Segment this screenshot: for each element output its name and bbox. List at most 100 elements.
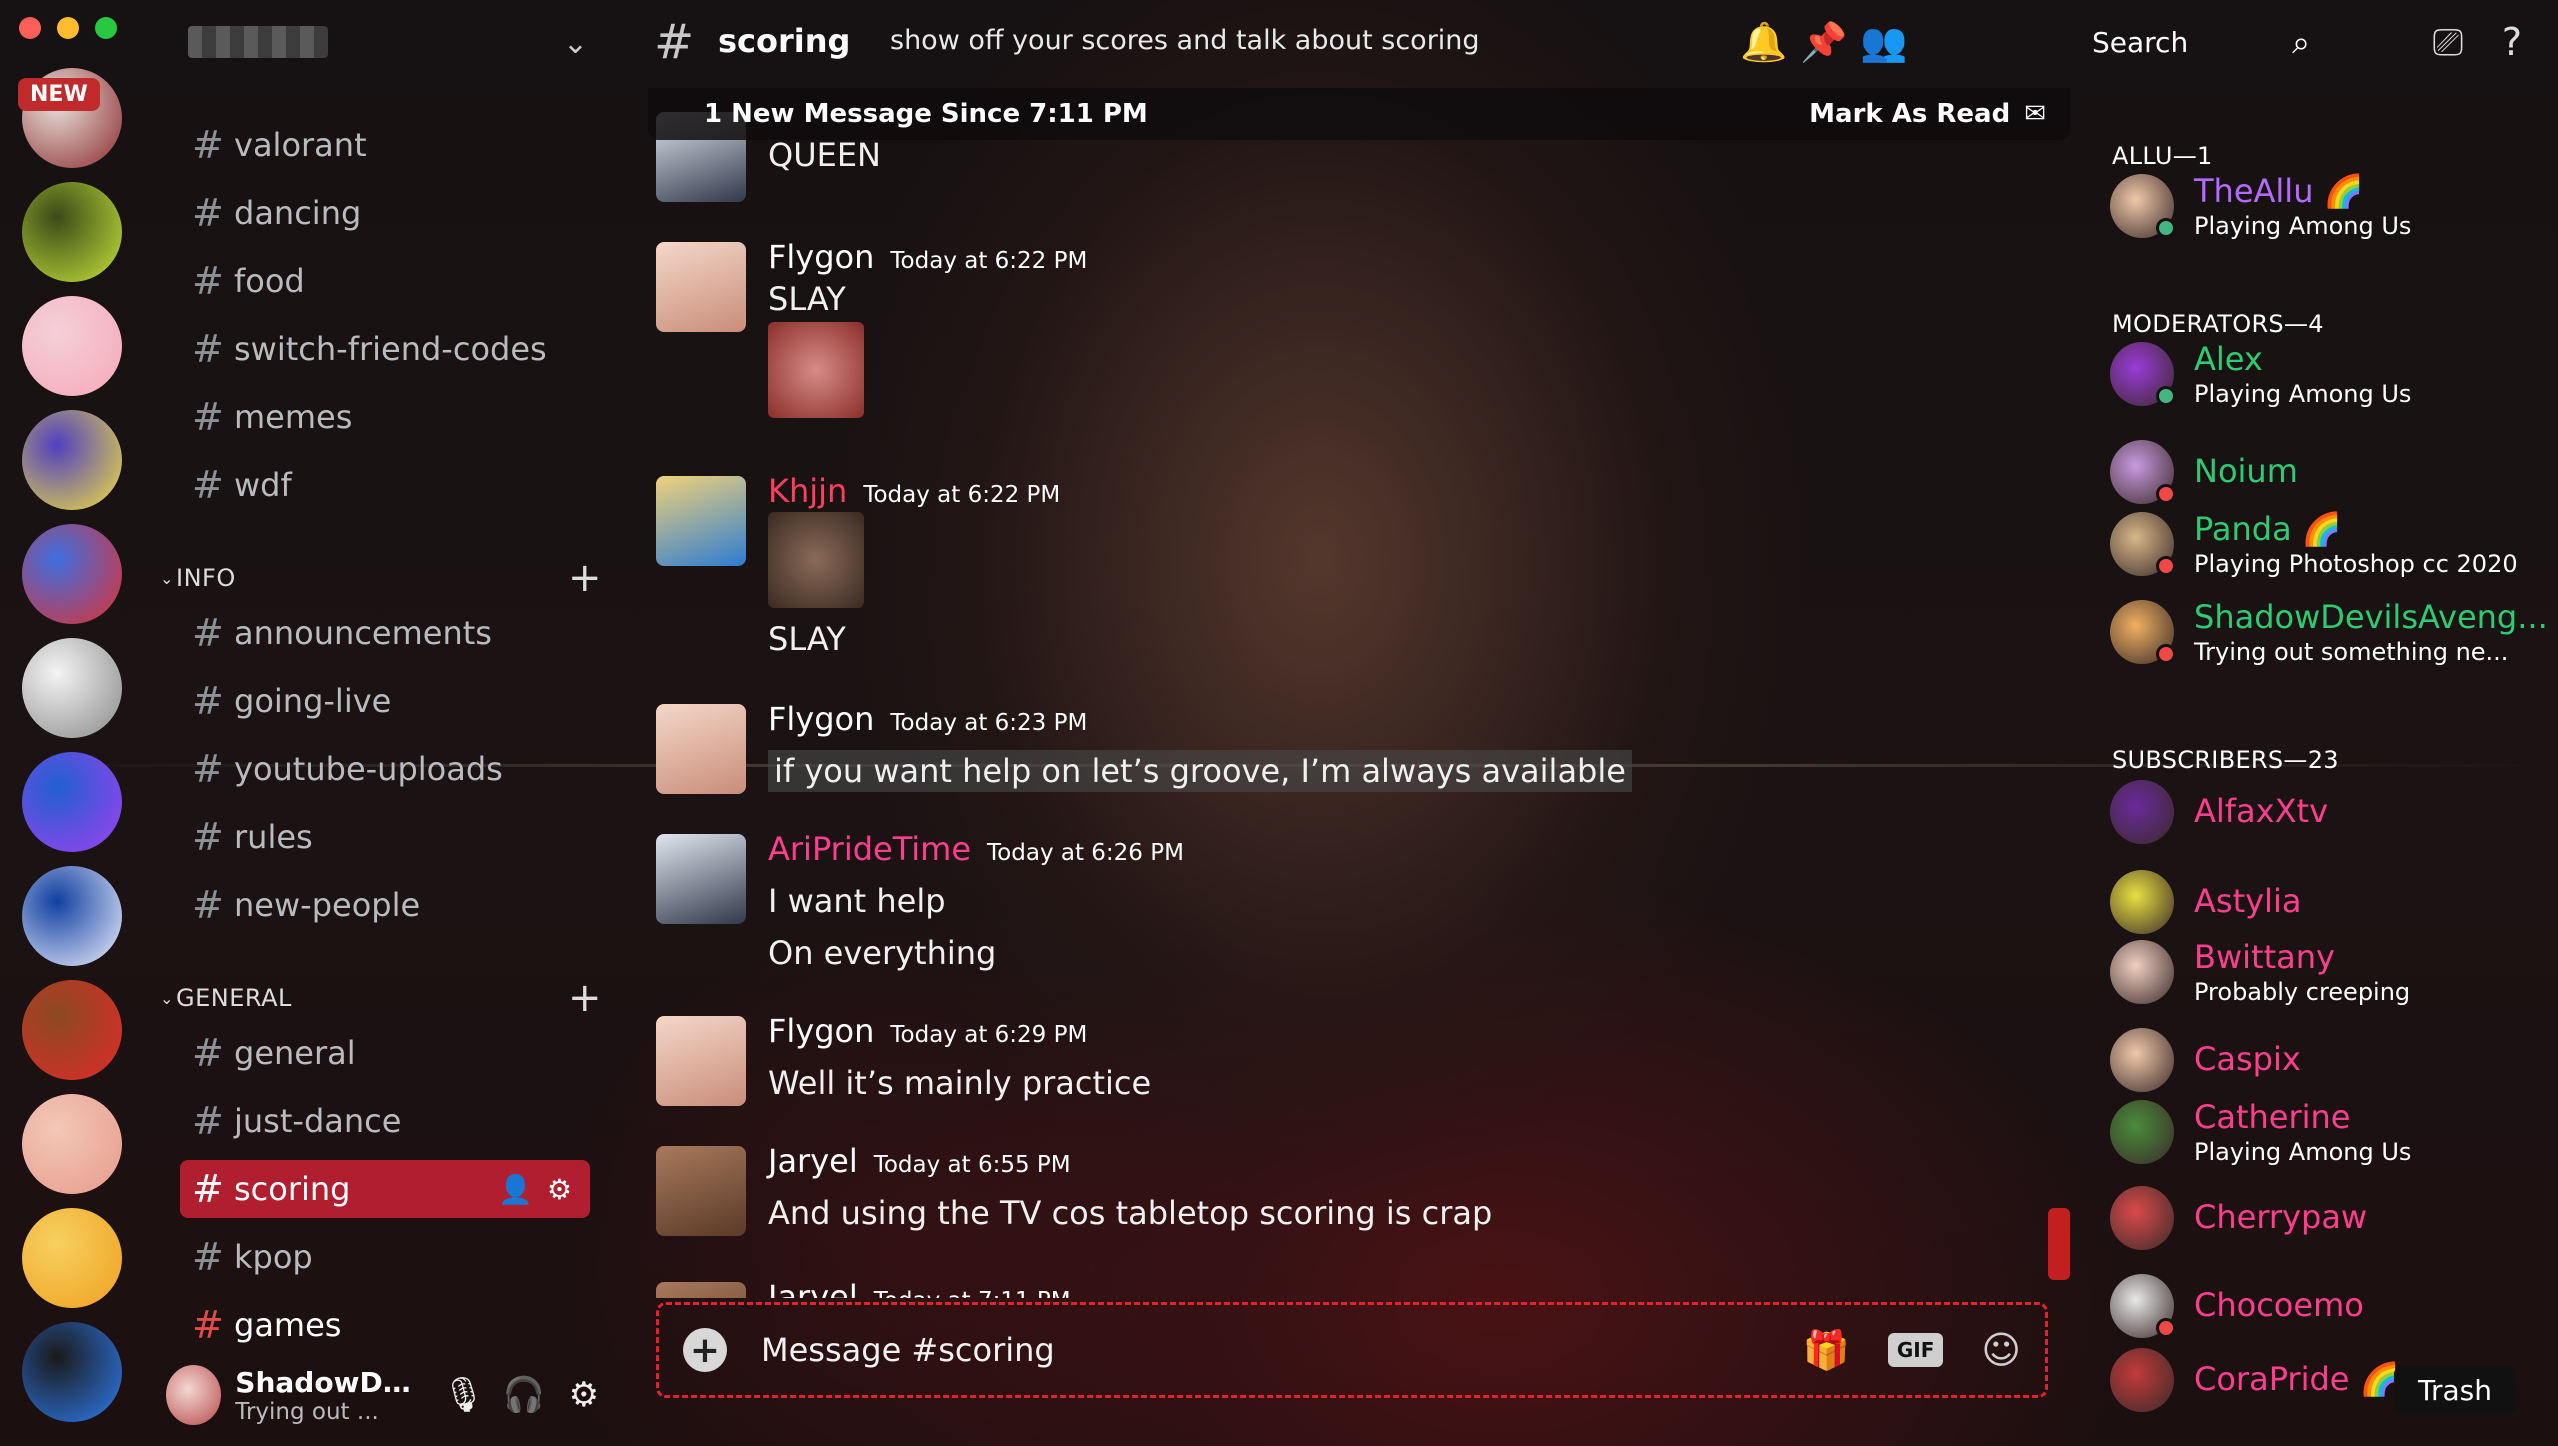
channel-just-dance[interactable]: # just-dance <box>180 1092 590 1150</box>
avatar[interactable] <box>2110 1186 2174 1250</box>
server-icon[interactable] <box>22 182 122 282</box>
gif-button[interactable]: GIF <box>1887 1333 1944 1367</box>
channel-general[interactable]: # general <box>180 1024 590 1082</box>
server-icon[interactable] <box>22 296 122 396</box>
member-name[interactable]: Cherrypaw <box>2194 1198 2367 1236</box>
avatar[interactable] <box>2110 1348 2174 1412</box>
member-item[interactable]: Caspix <box>2110 1022 2550 1102</box>
gift-icon[interactable]: 🎁 <box>1803 1328 1850 1373</box>
channel-dancing[interactable]: # dancing <box>180 184 590 242</box>
author-name[interactable]: Jaryel <box>768 1142 858 1180</box>
channel-games[interactable]: # games <box>180 1296 590 1354</box>
server-icon[interactable] <box>22 752 122 852</box>
member-item[interactable]: Chocoemo <box>2110 1268 2550 1348</box>
channel-kpop[interactable]: # kpop <box>180 1228 590 1286</box>
member-item[interactable]: AlfaxXtv <box>2110 774 2550 854</box>
server-icon[interactable] <box>22 638 122 738</box>
minimize-window-button[interactable] <box>57 17 79 39</box>
channel-scoring[interactable]: # scoring 👤 ⚙ <box>180 1160 590 1218</box>
bell-icon[interactable]: 🔔 <box>1740 20 1788 65</box>
server-icon[interactable] <box>22 866 122 966</box>
search-input[interactable]: Search ⌕ <box>2072 16 2324 68</box>
avatar[interactable] <box>2110 1028 2174 1092</box>
member-item[interactable]: Panda 🌈 Playing Photoshop cc 2020 <box>2110 506 2550 586</box>
member-name[interactable]: CoraPride 🌈 <box>2194 1360 2399 1398</box>
avatar[interactable] <box>656 242 746 332</box>
chevron-down-icon[interactable]: ⌄ <box>563 26 588 61</box>
server-icon[interactable] <box>22 1094 122 1194</box>
members-icon[interactable]: 👥 <box>1860 20 1908 65</box>
add-channel-icon[interactable]: + <box>568 555 604 601</box>
close-window-button[interactable] <box>19 17 41 39</box>
member-name[interactable]: Bwittany <box>2194 938 2335 976</box>
member-name[interactable]: Caspix <box>2194 1040 2301 1078</box>
server-icon[interactable] <box>22 410 122 510</box>
emoji-icon[interactable]: ☺ <box>1981 1328 2021 1372</box>
new-messages-bar[interactable]: 1 New Message Since 7:11 PM Mark As Read… <box>648 88 2070 140</box>
member-item[interactable]: ShadowDevilsAveng... Trying out something… <box>2110 594 2550 674</box>
member-name[interactable]: Alex <box>2194 340 2263 378</box>
scrollbar[interactable] <box>2048 1208 2070 1280</box>
category-general[interactable]: ⌄ GENERAL + <box>154 975 604 1021</box>
avatar[interactable] <box>166 1365 222 1425</box>
avatar[interactable] <box>2110 780 2174 844</box>
mute-mic-icon[interactable]: 🎙 <box>441 1375 485 1415</box>
channel-rules[interactable]: # rules <box>180 808 590 866</box>
avatar[interactable] <box>656 1146 746 1236</box>
member-name[interactable]: Noium <box>2194 452 2298 490</box>
gear-icon[interactable]: ⚙ <box>547 1173 572 1206</box>
member-item[interactable]: Bwittany Probably creeping <box>2110 934 2550 1014</box>
member-item[interactable]: Noium <box>2110 434 2550 514</box>
author-name[interactable]: Flygon <box>768 238 874 276</box>
member-name[interactable]: Chocoemo <box>2194 1286 2364 1324</box>
gear-icon[interactable]: ⚙ <box>562 1375 606 1415</box>
member-item[interactable]: Astylia <box>2110 864 2550 944</box>
guild-header[interactable]: ⌄ <box>168 18 598 68</box>
avatar[interactable] <box>2110 940 2174 1004</box>
member-name[interactable]: Astylia <box>2194 882 2301 920</box>
category-info[interactable]: ⌄ INFO + <box>154 555 604 601</box>
help-icon[interactable]: ? <box>2488 20 2536 64</box>
server-icon[interactable] <box>22 1322 122 1422</box>
author-name[interactable]: Khjjn <box>768 472 847 510</box>
avatar[interactable] <box>656 476 746 566</box>
avatar[interactable] <box>656 1016 746 1106</box>
add-channel-icon[interactable]: + <box>568 975 604 1021</box>
pin-icon[interactable]: 📌 <box>1800 20 1848 65</box>
avatar[interactable] <box>656 834 746 924</box>
member-name[interactable]: Panda 🌈 <box>2194 510 2342 548</box>
channel-wdf[interactable]: # wdf <box>180 456 590 514</box>
channel-valorant[interactable]: # valorant <box>180 116 590 174</box>
member-item[interactable]: Alex Playing Among Us <box>2110 336 2550 416</box>
channel-switch-friend-codes[interactable]: # switch-friend-codes <box>180 320 590 378</box>
avatar[interactable] <box>656 1282 746 1298</box>
inbox-icon[interactable]: ⎚ <box>2424 20 2472 65</box>
channel-topic[interactable]: show off your scores and talk about scor… <box>890 25 1480 56</box>
add-attachment-button[interactable]: + <box>683 1328 727 1372</box>
zoom-window-button[interactable] <box>95 17 117 39</box>
message-input[interactable]: Message #scoring <box>761 1331 1055 1369</box>
server-icon[interactable] <box>22 1208 122 1308</box>
avatar[interactable] <box>656 704 746 794</box>
channel-food[interactable]: # food <box>180 252 590 310</box>
member-name[interactable]: AlfaxXtv <box>2194 792 2328 830</box>
channel-new-people[interactable]: # new-people <box>180 876 590 934</box>
member-name[interactable]: Catherine <box>2194 1098 2350 1136</box>
member-item[interactable]: TheAllu 🌈 Playing Among Us <box>2110 168 2550 248</box>
avatar[interactable] <box>2110 1100 2174 1164</box>
invite-icon[interactable]: 👤 <box>498 1173 533 1206</box>
mark-as-read-button[interactable]: Mark As Read <box>1809 99 2010 129</box>
author-name[interactable]: Jaryel <box>768 1278 858 1298</box>
channel-going-live[interactable]: # going-live <box>180 672 590 730</box>
member-item[interactable]: Catherine Playing Among Us <box>2110 1094 2550 1174</box>
server-icon[interactable] <box>22 524 122 624</box>
headphones-icon[interactable]: 🎧 <box>502 1375 546 1415</box>
channel-announcements[interactable]: # announcements <box>180 604 590 662</box>
member-name[interactable]: TheAllu 🌈 <box>2194 172 2363 210</box>
channel-youtube-uploads[interactable]: # youtube-uploads <box>180 740 590 798</box>
server-icon[interactable] <box>22 980 122 1080</box>
channel-memes[interactable]: # memes <box>180 388 590 446</box>
avatar[interactable] <box>2110 870 2174 934</box>
member-item[interactable]: Cherrypaw <box>2110 1180 2550 1260</box>
username[interactable]: ShadowDe... <box>235 1366 425 1399</box>
